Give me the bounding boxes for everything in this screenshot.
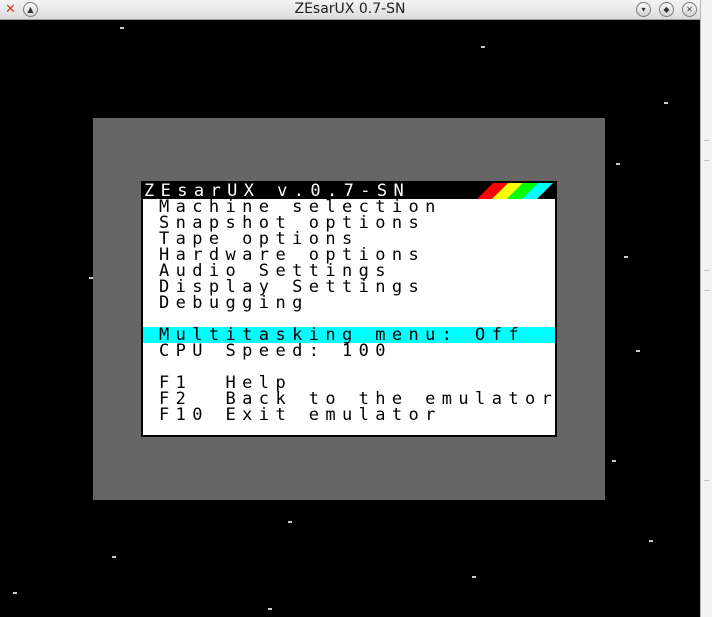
window-titlebar[interactable]: ✕ ▲ ZEsarUX 0.7-SN ▾ ◆ ✕ bbox=[0, 0, 700, 20]
spectrum-stripes-icon bbox=[477, 183, 553, 199]
star bbox=[288, 521, 292, 523]
star bbox=[120, 27, 124, 29]
close-icon[interactable]: ✕ bbox=[682, 2, 697, 17]
menu-item-exit-emulator[interactable]: F10 Exit emulator bbox=[159, 407, 442, 424]
star bbox=[664, 102, 668, 104]
star bbox=[112, 556, 116, 558]
star bbox=[649, 540, 653, 542]
star bbox=[13, 592, 17, 594]
star bbox=[616, 163, 620, 165]
menu-item-debugging[interactable]: Debugging bbox=[159, 295, 309, 312]
maximize-icon[interactable]: ◆ bbox=[659, 2, 674, 17]
right-scrollbar[interactable] bbox=[700, 0, 712, 617]
star bbox=[481, 46, 485, 48]
star bbox=[612, 460, 616, 462]
window-title: ZEsarUX 0.7-SN bbox=[294, 1, 406, 17]
menu-item-cpu-speed[interactable]: CPU Speed: 100 bbox=[159, 343, 392, 360]
star bbox=[268, 608, 272, 610]
star bbox=[624, 256, 628, 258]
main-menu: ZEsarUX v.0.7-SN Machine selection Snaps… bbox=[141, 181, 557, 437]
star bbox=[636, 350, 640, 352]
minimize-icon[interactable]: ▾ bbox=[636, 2, 651, 17]
star bbox=[472, 576, 476, 578]
